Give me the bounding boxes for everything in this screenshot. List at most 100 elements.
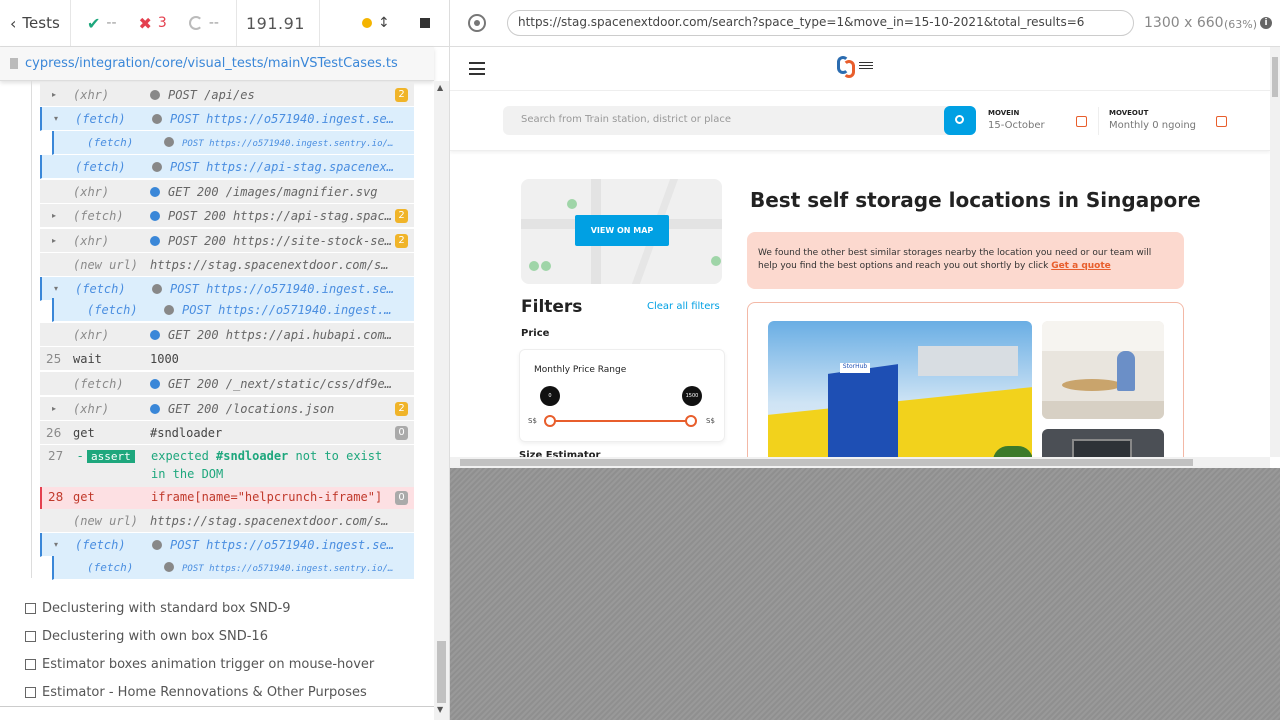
site-logo[interactable] — [837, 56, 877, 78]
assert-text: expected — [151, 449, 209, 463]
failed-command-row[interactable]: 28 get iframe[name="helpcrunch-iframe"] … — [40, 487, 414, 509]
movein-field[interactable]: MOVEIN 15-October — [988, 109, 1098, 137]
scroll-thumb[interactable] — [1272, 57, 1278, 97]
command-message-text: POST /api/es — [168, 87, 255, 102]
iframe-scrollbar-vertical[interactable] — [1270, 47, 1280, 457]
caret-down-icon[interactable]: ▾ — [54, 540, 58, 549]
command-row[interactable]: (fetch) POST https://o571940.ingest.sentr… — [52, 298, 414, 322]
page-heading: Best self storage locations in Singapore — [750, 188, 1201, 212]
slider-handle-min[interactable] — [544, 415, 556, 427]
test-item[interactable]: Declustering with standard box SND-9 — [25, 601, 291, 616]
reporter-scrollbar[interactable]: ▲ ▼ — [434, 81, 449, 720]
autoscroll-toggle[interactable]: ↕ — [320, 0, 400, 46]
caret-down-icon[interactable]: ▾ — [54, 114, 58, 123]
caret-right-icon[interactable]: ▸ — [52, 211, 56, 220]
command-message-text: GET 200 /_next/static/css/df9e9... — [168, 376, 394, 391]
x-icon: ✖ — [138, 13, 152, 33]
command-name: (xhr) — [73, 401, 110, 416]
count-badge: 2 — [395, 402, 408, 416]
get-a-quote-link[interactable]: Get a quote — [1051, 261, 1111, 271]
command-name: (fetch) — [87, 136, 134, 149]
command-row[interactable]: 25 wait 1000 — [40, 347, 414, 371]
iframe-scrollbar-horizontal[interactable] — [450, 457, 1270, 468]
search-input[interactable]: Search from Train station, district or p… — [503, 106, 976, 135]
command-number: 25 — [46, 351, 62, 366]
command-row[interactable]: (fetch) POST https://api-stag.spacenext..… — [40, 155, 414, 179]
command-name: (new url) — [73, 513, 139, 528]
command-message: POST 200 https://site-stock-ser... — [150, 234, 394, 248]
test-item[interactable]: Declustering with own box SND-16 — [25, 629, 268, 644]
command-row[interactable]: ▾ (fetch) POST https://o571940.ingest.sent… — [40, 533, 414, 557]
command-message: POST https://api-stag.spacenext... — [152, 160, 394, 174]
command-row[interactable]: ▸ (fetch) POST 200 https://api-stag.spac..… — [40, 204, 414, 228]
command-message: GET 200 https://api.hubapi.com/... — [150, 328, 394, 342]
clear-filters-link[interactable]: Clear all filters — [647, 301, 720, 312]
command-message-text: POST https://o571940.ingest.sentry.io/a.… — [170, 281, 394, 296]
scroll-thumb[interactable] — [437, 641, 446, 703]
moveout-field[interactable]: MOVEOUT Monthly 0 ngoing — [1109, 109, 1234, 137]
view-on-map-button[interactable]: VIEW ON MAP — [575, 215, 669, 246]
caret-right-icon[interactable]: ▸ — [52, 404, 56, 413]
command-row[interactable]: 26 get #sndloader 0 — [40, 421, 414, 445]
command-message: POST 200 https://api-stag.spac... — [150, 209, 394, 223]
caret-down-icon[interactable]: ▾ — [54, 284, 58, 293]
command-message-text: POST https://o571940.ingest.sentry.io/a.… — [170, 537, 394, 552]
url-text: https://stag.spacenextdoor.com/search?sp… — [518, 15, 1085, 29]
status-dot-icon — [362, 18, 372, 28]
price-filter-card: Monthly Price Range 0 1500 S$ S$ — [519, 349, 725, 442]
assert-row[interactable]: 27 - assert expected #sndloader not to e… — [40, 445, 414, 487]
test-item[interactable]: Estimator boxes animation trigger on mou… — [25, 657, 374, 672]
status-dot-icon — [152, 539, 162, 550]
command-row[interactable]: (xhr) GET 200 https://api.hubapi.com/... — [40, 323, 414, 347]
currency-max: S$ — [706, 417, 715, 425]
scroll-thumb[interactable] — [460, 459, 1193, 466]
stop-icon — [420, 18, 430, 28]
command-message: POST https://o571940.ingest.sentry.io/a.… — [152, 538, 394, 552]
command-message: #sndloader — [150, 426, 394, 440]
command-log: ▸ (xhr) POST /api/es 2 ▾ (fetch) POST https://… — [0, 81, 434, 586]
map-marker — [567, 199, 577, 209]
command-message: GET 200 /images/magnifier.svg — [150, 185, 394, 199]
status-dot-icon — [150, 403, 160, 414]
command-row[interactable]: ▸ (xhr) POST 200 https://site-stock-ser...… — [40, 229, 414, 253]
search-placeholder: Search from Train station, district or p… — [521, 114, 731, 125]
stop-button[interactable] — [400, 0, 449, 46]
command-row[interactable]: (fetch) POST https://o571940.ingest.sentr… — [52, 556, 414, 580]
slider-handle-max[interactable] — [685, 415, 697, 427]
command-row[interactable]: (fetch) POST https://o571940.ingest.sentr… — [52, 131, 414, 155]
assert-message: expected #sndloader not to exist — [151, 449, 382, 463]
back-to-tests-button[interactable]: ‹ Tests — [0, 0, 71, 46]
command-row[interactable]: ▸ (xhr) GET 200 /locations.json 2 — [40, 397, 414, 421]
price-slider-track[interactable] — [550, 420, 692, 422]
spec-path-link[interactable]: cypress/integration/core/visual_tests/ma… — [25, 56, 398, 71]
command-row[interactable]: (new url) https://stag.spacenextdoor.com/… — [40, 253, 414, 277]
selector-playground-button[interactable] — [468, 14, 486, 32]
command-row[interactable]: (new url) https://stag.spacenextdoor.com/… — [40, 509, 414, 533]
search-button[interactable] — [944, 106, 976, 135]
caret-right-icon[interactable]: ▸ — [52, 90, 56, 99]
reporter-header: ‹ Tests ✔ -- ✖ 3 -- 191.91 ↕ — [0, 0, 449, 47]
assert-tag: assert — [87, 450, 135, 463]
command-row[interactable]: (fetch) GET 200 /_next/static/css/df9e9..… — [40, 372, 414, 396]
command-message: https://stag.spacenextdoor.com/sea... — [150, 258, 394, 272]
command-message: POST https://o571940.ingest.sentry.io/ap… — [164, 561, 394, 574]
storage-photo-interior — [1042, 321, 1164, 419]
test-item[interactable]: Estimator - Home Rennovations & Other Pu… — [25, 685, 367, 700]
command-row[interactable]: (xhr) GET 200 /images/magnifier.svg — [40, 180, 414, 204]
caret-right-icon[interactable]: ▸ — [52, 236, 56, 245]
storage-card[interactable]: StorHub — [747, 302, 1184, 468]
hamburger-menu-icon[interactable] — [469, 62, 485, 75]
status-dot-icon — [150, 210, 160, 221]
assert-target: #sndloader — [216, 449, 289, 463]
info-icon[interactable]: i — [1260, 17, 1272, 29]
status-dot-icon — [150, 186, 160, 197]
duration-value: 191.91 — [246, 13, 305, 33]
url-input[interactable]: https://stag.spacenextdoor.com/search?sp… — [507, 10, 1134, 36]
pending-count: -- — [208, 15, 219, 31]
status-dot-icon — [150, 378, 160, 389]
command-group-border — [31, 81, 32, 578]
command-row[interactable]: ▸ (xhr) POST /api/es 2 — [40, 83, 414, 107]
command-row[interactable]: ▾ (fetch) POST https://o571940.ingest.sent… — [40, 107, 414, 131]
storage-photo-main: StorHub — [768, 321, 1032, 468]
search-bar: Search from Train station, district or p… — [450, 91, 1270, 151]
